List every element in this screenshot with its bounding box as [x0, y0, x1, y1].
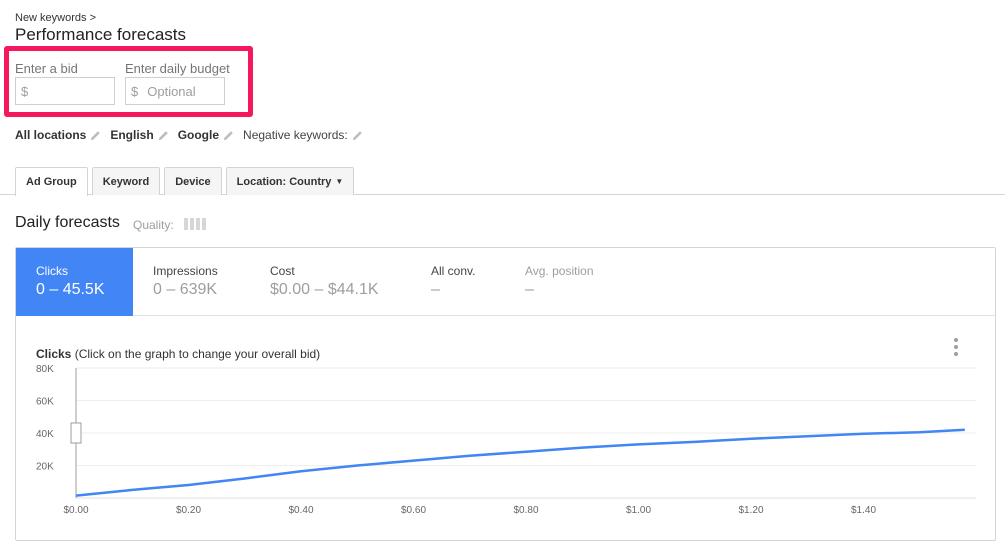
bid-label: Enter a bid	[15, 61, 78, 76]
page-title: Performance forecasts	[15, 25, 187, 44]
budget-label: Enter daily budget	[125, 61, 230, 76]
metric-all-conv[interactable]: All conv. –	[411, 248, 505, 316]
filter-language-label: English	[110, 128, 154, 142]
metric-clicks-value: 0 – 45.5K	[36, 281, 105, 298]
metric-cost[interactable]: Cost $0.00 – $44.1K	[250, 248, 410, 316]
tab-location-country[interactable]: Location: Country ▼	[225, 167, 355, 195]
bid-input[interactable]	[37, 83, 108, 99]
filter-network-label: Google	[177, 128, 220, 142]
breadcrumb[interactable]: New keywords >	[15, 12, 96, 24]
x-tick-label: $1.40	[851, 505, 876, 516]
metric-impressions-label: Impressions	[153, 264, 218, 278]
filter-locations-label: All locations	[15, 128, 87, 142]
y-tick-label: 20K	[36, 462, 54, 473]
metric-clicks[interactable]: Clicks 0 – 45.5K	[16, 248, 133, 316]
metric-clicks-label: Clicks	[36, 264, 68, 278]
metric-cost-label: Cost	[270, 264, 295, 278]
quality-label: Quality:	[133, 218, 174, 232]
filter-negative-keywords-label: Negative keywords:	[243, 128, 348, 142]
clicks-chart[interactable]: 80K 60K 40K 20K $0.00 $0.20 $0.40 $0.60 $0.80 $1.…	[16, 348, 995, 540]
pencil-icon[interactable]	[157, 129, 170, 142]
x-tick-label: $0.60	[401, 505, 426, 516]
metric-all-conv-value: –	[431, 281, 440, 298]
forecast-card: Clicks 0 – 45.5K Impressions 0 – 639K Co…	[15, 247, 996, 541]
filter-locations[interactable]: All locations	[15, 128, 102, 142]
segment-tabs: Ad Group Keyword Device Location: Countr…	[15, 167, 358, 196]
filter-negative-keywords[interactable]: Negative keywords:	[243, 128, 364, 142]
metric-tabs: Clicks 0 – 45.5K Impressions 0 – 639K Co…	[16, 248, 995, 316]
budget-input[interactable]	[147, 83, 218, 99]
tab-device-label: Device	[175, 175, 211, 188]
x-tick-label: $1.20	[738, 505, 763, 516]
tab-keyword[interactable]: Keyword	[91, 167, 161, 195]
section-title: Daily forecasts	[15, 214, 120, 231]
tab-ad-group-label: Ad Group	[26, 176, 77, 188]
pencil-icon[interactable]	[351, 129, 364, 142]
y-tick-label: 60K	[36, 397, 54, 408]
pencil-icon[interactable]	[222, 129, 235, 142]
bid-field[interactable]: $	[15, 77, 115, 105]
x-tick-label: $0.80	[513, 505, 538, 516]
filter-network[interactable]: Google	[178, 128, 235, 142]
metric-impressions-value: 0 – 639K	[153, 281, 218, 298]
metric-all-conv-label: All conv.	[431, 264, 476, 278]
bid-currency: $	[21, 83, 29, 99]
tab-keyword-label: Keyword	[102, 175, 150, 188]
budget-field[interactable]: $	[125, 77, 225, 105]
x-tick-label: $0.20	[176, 505, 201, 516]
tab-location-country-label: Location: Country	[236, 175, 332, 188]
tab-ad-group[interactable]: Ad Group	[15, 167, 88, 196]
metric-avg-position[interactable]: Avg. position –	[505, 248, 625, 316]
x-tick-label: $0.00	[63, 505, 88, 516]
metric-avg-position-label: Avg. position	[525, 264, 594, 278]
caret-down-icon: ▼	[335, 177, 344, 186]
filter-bar: All locations English Google Negative ke…	[15, 128, 372, 142]
x-tick-label: $0.40	[288, 505, 313, 516]
clicks-series-line	[75, 428, 965, 497]
quality-meter-icon	[184, 218, 208, 230]
filter-language[interactable]: English	[110, 128, 169, 142]
x-tick-label: $1.00	[626, 505, 651, 516]
budget-currency: $	[131, 83, 139, 99]
tab-device[interactable]: Device	[164, 167, 222, 195]
y-tick-label: 40K	[36, 429, 54, 440]
metric-cost-value: $0.00 – $44.1K	[270, 281, 379, 298]
pencil-icon[interactable]	[89, 129, 102, 142]
metric-avg-position-value: –	[525, 281, 534, 298]
y-tick-label: 80K	[36, 364, 54, 375]
bid-drag-handle[interactable]	[70, 422, 82, 444]
metric-impressions[interactable]: Impressions 0 – 639K	[133, 248, 250, 316]
